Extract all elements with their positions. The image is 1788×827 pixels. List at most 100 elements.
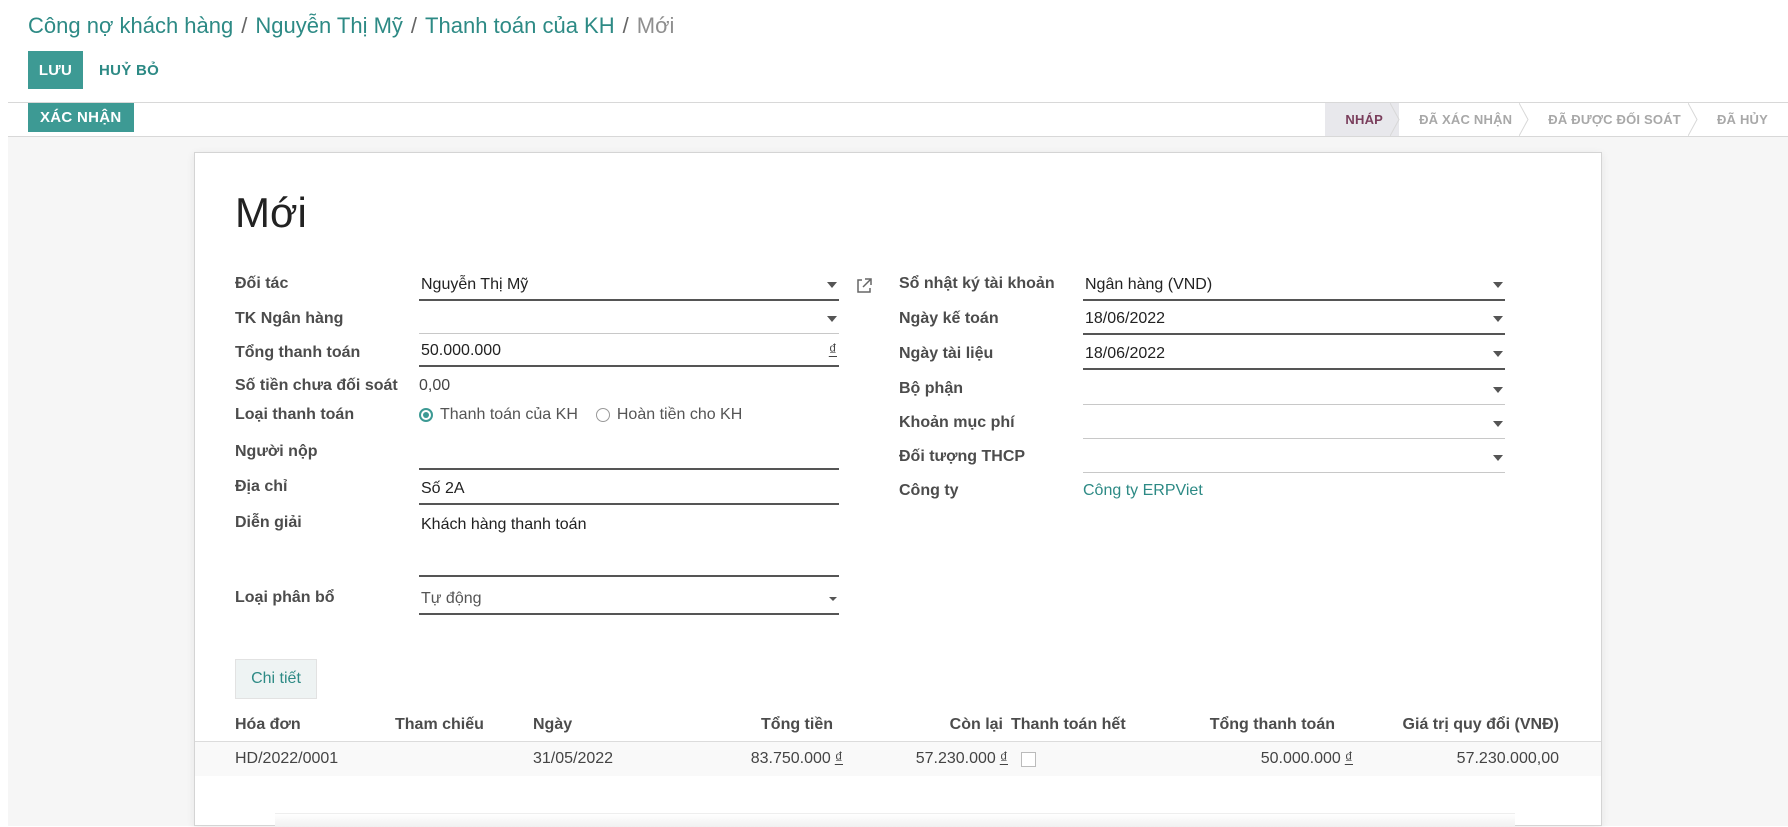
currency-symbol: ₫ [1344,750,1353,767]
stage-reconciled-label: ĐÃ ĐƯỢC ĐỐI SOÁT [1548,112,1681,127]
accounting-date-label: Ngày kế toán [899,310,999,327]
column-header-payment[interactable]: Tổng thanh toán [1195,716,1335,734]
column-header-paid-full[interactable]: Thanh toán hết [1011,716,1126,734]
breadcrumb-item-customer-payments[interactable]: Thanh toán của KH [425,13,615,38]
cell-payment-value: 50.000.000 [1260,750,1341,767]
chevron-down-icon [827,315,837,322]
department-field[interactable] [1083,375,1505,405]
memo-label: Diễn giải [235,514,302,531]
amount-value: 50.000.000 [421,342,502,359]
department-label: Bộ phận [899,380,963,397]
cell-payment: 50.000.000 ₫ [1175,750,1353,768]
company-link[interactable]: Công ty ERPViet [1083,482,1203,500]
stage-arrow-icon [1519,103,1529,136]
column-header-reference[interactable]: Tham chiếu [395,716,484,734]
tab-details[interactable]: Chi tiết [235,659,317,699]
payer-label: Người nộp [235,443,318,460]
external-link-icon[interactable] [855,277,873,295]
column-header-invoice[interactable]: Hóa đơn [235,716,301,734]
journal-value: Ngân hàng (VND) [1085,276,1213,293]
chevron-down-icon [1493,420,1503,427]
journal-field[interactable]: Ngân hàng (VND) [1083,271,1505,301]
breadcrumb-item-customer-debt[interactable]: Công nợ khách hàng [28,13,233,38]
journal-label: Sổ nhật ký tài khoản [899,275,1055,292]
company-label: Công ty [899,482,959,499]
payment-type-label: Loại thanh toán [235,406,355,423]
accounting-date-field[interactable]: 18/06/2022 [1083,305,1505,335]
address-label: Địa chỉ [235,478,288,495]
cell-total-value: 83.750.000 [750,750,831,767]
stage-pipeline: NHÁP ĐÃ XÁC NHẬN ĐÃ ĐƯỢC ĐỐI SOÁT ĐÃ HỦY [1325,103,1788,136]
chevron-down-icon [1493,316,1503,322]
cell-remaining-value: 57.230.000 [915,750,996,767]
stage-cancelled-label: ĐÃ HỦY [1716,112,1768,127]
confirm-button[interactable]: XÁC NHẬN [28,103,134,132]
stage-draft[interactable]: NHÁP [1325,103,1400,136]
stage-arrow-icon [1687,103,1698,136]
address-value: Số 2A [421,480,465,497]
stage-draft-label: NHÁP [1345,112,1384,127]
radio-selected-icon [419,408,433,422]
expense-item-field[interactable] [1083,409,1505,439]
breadcrumb-separator: / [410,13,418,38]
bank-account-field[interactable] [419,304,839,334]
stage-arrow-icon [1390,103,1400,136]
allocation-type-value: Tự động [421,590,482,607]
amount-label: Tổng thanh toán [235,344,361,361]
stage-confirmed-label: ĐÃ XÁC NHẬN [1419,112,1513,127]
unreconciled-value: 0,00 [419,377,451,394]
cell-remaining: 57.230.000 ₫ [835,750,1008,768]
partner-label: Đối tác [235,275,289,292]
breadcrumb: Công nợ khách hàng / Nguyễn Thị Mỹ / Thanh t… [28,12,674,40]
cost-object-field[interactable] [1083,443,1505,473]
payment-type-option-label: Hoàn tiền cho KH [616,406,743,423]
column-header-date[interactable]: Ngày [533,716,572,734]
cell-converted: 57.230.000,00 [1456,750,1559,767]
memo-textarea[interactable]: Khách hàng thanh toán [419,510,839,577]
column-header-converted[interactable]: Giá trị quy đổi (VNĐ) [1355,716,1559,734]
details-table-header: Hóa đơn Tham chiếu Ngày Tổng tiền Còn lạ… [195,708,1601,742]
address-input[interactable]: Số 2A [419,475,839,505]
column-header-total[interactable]: Tổng tiền [715,716,833,734]
bank-account-label: TK Ngân hàng [235,310,344,327]
document-date-field[interactable]: 18/06/2022 [1083,340,1505,370]
allocation-type-label: Loại phân bổ [235,589,335,606]
save-button[interactable]: LƯU [28,51,83,89]
cell-total: 83.750.000 ₫ [675,750,843,768]
cell-date: 31/05/2022 [533,750,614,767]
breadcrumb-separator: / [241,13,248,38]
stage-confirmed[interactable]: ĐÃ XÁC NHẬN [1399,103,1529,136]
chevron-down-icon [1493,454,1503,461]
partner-value: Nguyễn Thị Mỹ [421,276,529,293]
payment-type-option-label: Thanh toán của KH [440,406,578,423]
table-row[interactable]: HD/2022/0001 31/05/2022 83.750.000 ₫ 57.2… [195,742,1601,776]
stage-reconciled[interactable]: ĐÃ ĐƯỢC ĐỐI SOÁT [1528,103,1698,136]
table-footer-shadow [275,813,1515,827]
control-panel: Công nợ khách hàng / Nguyễn Thị Mỹ / Thanh t… [0,0,1788,103]
stage-cancelled[interactable]: ĐÃ HỦY [1697,103,1788,136]
chevron-down-icon [827,282,837,288]
status-bar: XÁC NHẬN NHÁP ĐÃ XÁC NHẬN ĐÃ ĐƯỢC ĐỐI SO… [8,102,1788,137]
breadcrumb-separator: / [622,13,629,38]
expense-item-label: Khoản mục phí [899,414,1015,431]
paid-full-checkbox[interactable] [1021,752,1036,767]
breadcrumb-current: Mới [636,13,675,38]
chevron-down-icon [829,597,837,601]
page-title: Mới [235,189,307,236]
discard-button[interactable]: HUỶ BỎ [93,51,165,89]
document-date-value: 18/06/2022 [1085,345,1166,362]
form-sheet: Mới Đối tác Nguyễn Thị Mỹ TK Ngân hàng T… [194,152,1602,827]
payment-type-radio-group: Thanh toán của KH Hoàn tiền cho KH [419,406,760,424]
payment-type-option-customer-payment[interactable]: Thanh toán của KH [419,406,578,424]
memo-value: Khách hàng thanh toán [421,516,587,533]
partner-field[interactable]: Nguyễn Thị Mỹ [419,271,839,301]
column-header-remaining[interactable]: Còn lại [895,716,1003,734]
document-date-label: Ngày tài liệu [899,345,994,362]
radio-unselected-icon [595,408,610,422]
payment-type-option-customer-refund[interactable]: Hoàn tiền cho KH [595,406,743,424]
amount-input[interactable]: 50.000.000 ₫ [419,337,839,367]
breadcrumb-item-partner[interactable]: Nguyễn Thị Mỹ [255,13,403,38]
allocation-type-select[interactable]: Tự động [419,585,839,615]
payer-input[interactable] [419,440,839,470]
chevron-down-icon [1493,386,1503,393]
